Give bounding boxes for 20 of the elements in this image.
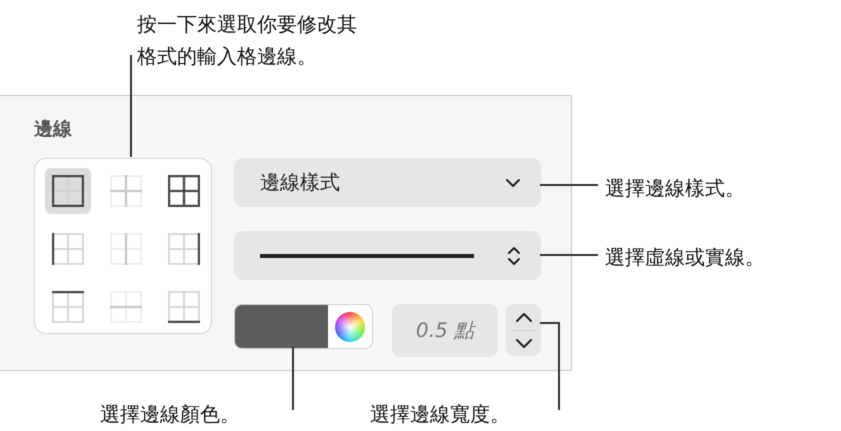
callout-text: 選擇邊線寬度。 bbox=[370, 401, 510, 428]
line-style-popup[interactable] bbox=[234, 231, 541, 280]
callout-text: 選擇邊線顏色。 bbox=[100, 401, 240, 428]
callout-text: 按一下來選取你要修改其格式的輸入格邊線。 bbox=[137, 11, 358, 70]
chevron-down-icon bbox=[514, 338, 532, 348]
callout-text: 選擇邊線樣式。 bbox=[605, 175, 745, 202]
section-title: 邊線 bbox=[34, 117, 73, 142]
border-button[interactable] bbox=[45, 168, 91, 214]
leader-line bbox=[292, 347, 294, 410]
width-stepper[interactable] bbox=[506, 304, 541, 356]
callout-text: 選擇虛線或實線。 bbox=[605, 244, 765, 271]
leader-line bbox=[540, 254, 598, 256]
color-wheel-icon[interactable] bbox=[335, 312, 365, 342]
border-style-dropdown[interactable]: 邊線樣式 bbox=[234, 158, 541, 207]
width-field[interactable]: 0.5 點 bbox=[392, 304, 498, 357]
chevron-down-icon bbox=[505, 178, 521, 188]
color-well[interactable] bbox=[234, 304, 373, 349]
up-down-chevron-icon bbox=[507, 246, 521, 266]
leader-line bbox=[540, 184, 598, 186]
chevron-up-icon bbox=[514, 312, 532, 322]
